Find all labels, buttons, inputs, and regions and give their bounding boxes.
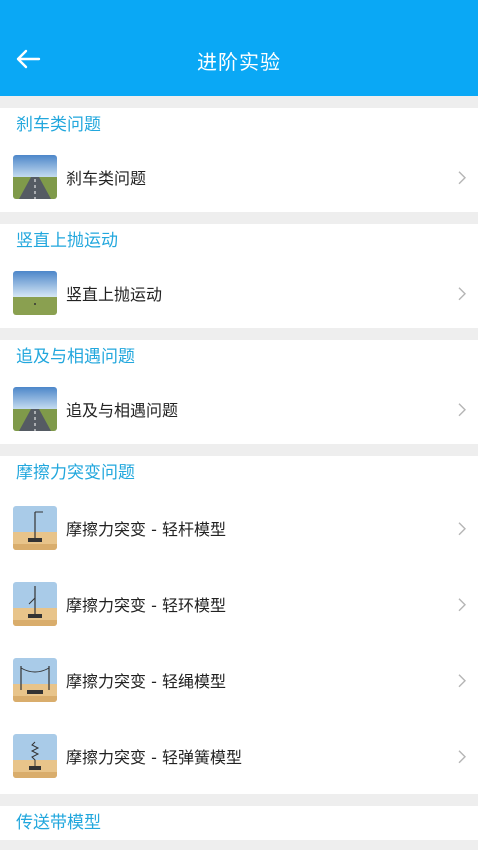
chevron-right-icon (458, 171, 466, 185)
light-spring-model-icon (13, 734, 57, 778)
list-item[interactable]: 摩擦力突变 - 轻杆模型 (0, 490, 478, 566)
page-title: 进阶实验 (197, 50, 281, 74)
item-label: 刹车类问题 (66, 169, 147, 188)
section-conveyor-belt: 传送带模型 (0, 806, 478, 840)
light-ring-model-icon (13, 582, 57, 626)
section-title: 刹车类问题 (16, 115, 101, 135)
section-friction-change: 摩擦力突变问题 摩擦力突变 - 轻杆模型 摩擦力突变 - 轻环模型 摩擦力突变 … (0, 456, 478, 794)
list-item[interactable]: 追及与相遇问题 (0, 374, 478, 444)
chevron-right-icon (458, 287, 466, 301)
item-label: 摩擦力突变 - 轻弹簧模型 (66, 748, 242, 767)
road-scene-icon (13, 387, 57, 431)
section-braking: 刹车类问题 刹车类问题 (0, 108, 478, 212)
light-rope-model-icon (13, 658, 57, 702)
item-label: 追及与相遇问题 (66, 401, 179, 420)
section-title: 传送带模型 (16, 813, 101, 833)
item-label: 摩擦力突变 - 轻环模型 (66, 596, 226, 615)
chevron-right-icon (458, 522, 466, 536)
item-label: 摩擦力突变 - 轻杆模型 (66, 520, 226, 539)
list-item[interactable]: 竖直上抛运动 (0, 258, 478, 328)
section-title: 摩擦力突变问题 (16, 463, 135, 483)
chevron-right-icon (458, 598, 466, 612)
chevron-right-icon (458, 750, 466, 764)
list-item[interactable]: 摩擦力突变 - 轻弹簧模型 (0, 718, 478, 794)
sky-ground-scene-icon (13, 271, 57, 315)
chevron-right-icon (458, 674, 466, 688)
section-chase-meet: 追及与相遇问题 追及与相遇问题 (0, 340, 478, 444)
light-rod-model-icon (13, 506, 57, 550)
section-vertical-throw: 竖直上抛运动 竖直上抛运动 (0, 224, 478, 328)
road-scene-icon (13, 155, 57, 199)
top-app-bar: 进阶实验 (0, 0, 478, 96)
chevron-right-icon (458, 403, 466, 417)
experiment-list: 刹车类问题 刹车类问题 竖直上抛运动 竖直上抛运动 追及与相遇问题 追及与相遇问… (0, 96, 478, 840)
item-label: 竖直上抛运动 (66, 285, 163, 304)
item-label: 摩擦力突变 - 轻绳模型 (66, 672, 226, 691)
list-item[interactable]: 刹车类问题 (0, 142, 478, 212)
list-item[interactable]: 摩擦力突变 - 轻绳模型 (0, 642, 478, 718)
list-item[interactable]: 摩擦力突变 - 轻环模型 (0, 566, 478, 642)
section-title: 竖直上抛运动 (16, 231, 118, 251)
section-title: 追及与相遇问题 (16, 347, 135, 367)
